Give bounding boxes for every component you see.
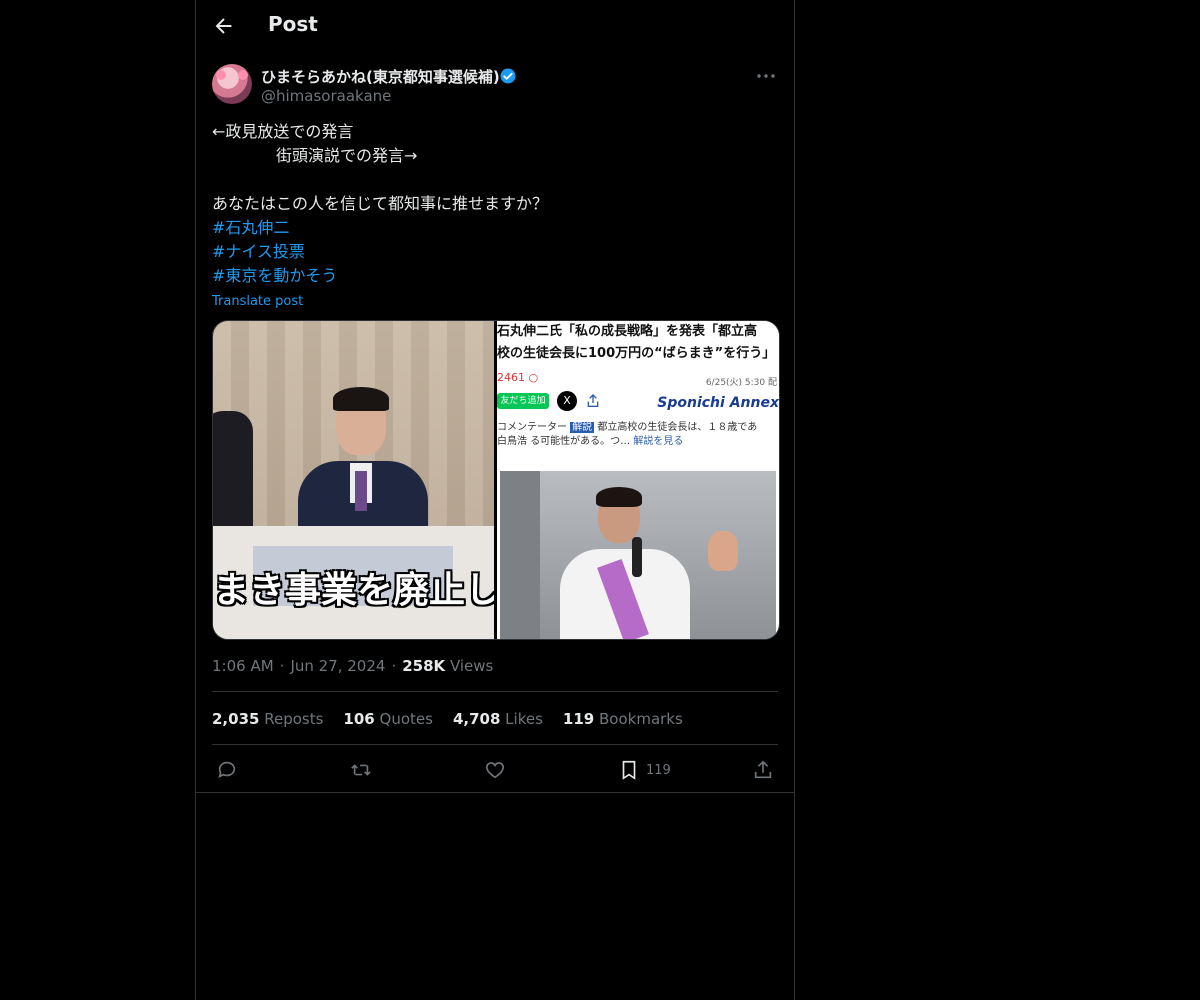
- page-title: Post: [268, 12, 318, 36]
- post-date[interactable]: Jun 27, 2024: [290, 657, 385, 675]
- divider: [196, 792, 794, 793]
- page-header: Post: [196, 0, 794, 54]
- x-share-icon: X: [557, 391, 577, 411]
- bookmarks-label: Bookmarks: [599, 710, 683, 728]
- bookmark-button[interactable]: 119: [618, 758, 671, 782]
- post-text-line: あなたはこの人を信じて都知事に推せますか？: [212, 194, 549, 213]
- article-title-line: 石丸伸二氏「私の成長戦略」を発表「都立高: [497, 324, 758, 339]
- repost-icon: [351, 764, 371, 776]
- post-text-line: [212, 168, 778, 192]
- speaker-figure: [288, 387, 438, 551]
- commenter-name: 白鳥浩: [497, 436, 527, 447]
- reply-icon: [218, 761, 236, 778]
- views-label: Views: [449, 657, 494, 675]
- quotes-stat[interactable]: 106 Quotes: [343, 710, 433, 728]
- divider: [212, 744, 778, 745]
- more-options-icon[interactable]: [754, 64, 778, 88]
- share-icon: [587, 394, 599, 407]
- bookmark-count: 119: [646, 762, 671, 778]
- share-button[interactable]: [752, 758, 774, 782]
- avatar-decoration: [216, 70, 226, 80]
- bookmark-icon: [622, 760, 636, 780]
- post-column: Post ひまそらあかね(東京都知事選候補) @himasoraakane ←政…: [195, 0, 795, 1000]
- share-icon: [754, 760, 772, 779]
- comment-tag: 解説: [570, 422, 595, 433]
- bookmarks-count: 119: [562, 710, 595, 728]
- bystander: [213, 411, 253, 541]
- post: ひまそらあかね(東京都知事選候補) @himasoraakane ←政見放送での…: [212, 64, 780, 780]
- street-speech-photo: [500, 471, 776, 639]
- author-row: ひまそらあかね(東京都知事選候補) @himasoraakane: [212, 64, 778, 108]
- back-arrow-icon[interactable]: [212, 14, 236, 38]
- post-text-line: 街頭演説での発言→: [212, 146, 418, 165]
- article-title: 石丸伸二氏「私の成長戦略」を発表「都立高 校の生徒会長に100万円の“ばらまき”…: [497, 321, 779, 369]
- comment-count: 2461: [497, 371, 525, 384]
- media-image-left[interactable]: まき事業を廃止し: [213, 321, 494, 639]
- divider: [212, 691, 778, 692]
- hashtag-link[interactable]: #ナイス投票: [212, 240, 778, 264]
- reposts-count: 2,035: [212, 710, 260, 728]
- comment-link: 解説を見る: [633, 436, 684, 447]
- article-comment: コメンテーター 解説 都立高校の生徒会長は、１８歳であ 白鳥浩 る可能性がある。…: [497, 421, 779, 457]
- article-title-line: 校の生徒会長に100万円の“ばらまき”を行う」: [497, 346, 776, 361]
- post-timestamp: 1:06 AM · Jun 27, 2024 · 258K Views: [212, 657, 494, 675]
- reply-button[interactable]: [216, 758, 238, 782]
- comment-text-2: る可能性がある。つ…: [530, 436, 631, 447]
- reposts-stat[interactable]: 2,035 Reposts: [212, 710, 323, 728]
- comment-text: 都立高校の生徒会長は、１８歳であ: [597, 422, 758, 433]
- post-time[interactable]: 1:06 AM: [212, 657, 274, 675]
- media-image-right[interactable]: 石丸伸二氏「私の成長戦略」を発表「都立高 校の生徒会長に100万円の“ばらまき”…: [497, 321, 779, 639]
- bookmarks-stat[interactable]: 119 Bookmarks: [563, 710, 683, 728]
- views-count: 258K: [402, 657, 446, 675]
- commenter-label: コメンテーター: [497, 422, 567, 433]
- engagement-stats: 2,035 Reposts 106 Quotes 4,708 Likes 119…: [212, 710, 683, 728]
- author-handle[interactable]: @himasoraakane: [261, 87, 391, 105]
- article-date: 6/25(火) 5:30 配: [705, 378, 777, 388]
- avatar-decoration: [238, 70, 248, 80]
- quotes-count: 106: [343, 710, 375, 728]
- reposts-label: Reposts: [264, 710, 324, 728]
- translate-post-link[interactable]: Translate post: [212, 290, 778, 314]
- media-grid: まき事業を廃止し 石丸伸二氏「私の成長戦略」を発表「都立高 校の生徒会長に100…: [212, 320, 780, 640]
- likes-count: 4,708: [452, 710, 501, 728]
- likes-stat[interactable]: 4,708 Likes: [453, 710, 543, 728]
- video-caption: まき事業を廃止し: [213, 570, 494, 611]
- heart-icon: [485, 762, 505, 779]
- line-friend-button: 友だち追加: [497, 393, 549, 409]
- article-share-row: 友だち追加 X Sponichi Annex: [497, 391, 779, 415]
- action-bar: 119: [212, 758, 778, 782]
- post-text-line: ←政見放送での発言: [212, 122, 354, 141]
- quotes-label: Quotes: [379, 710, 433, 728]
- verified-badge-icon: [500, 68, 516, 84]
- post-text: ←政見放送での発言 街頭演説での発言→ あなたはこの人を信じて都知事に推せますか…: [212, 120, 778, 314]
- likes-label: Likes: [505, 710, 543, 728]
- repost-button[interactable]: [350, 758, 372, 782]
- like-button[interactable]: [484, 758, 506, 782]
- hashtag-link[interactable]: #石丸伸二: [212, 216, 778, 240]
- hashtag-link[interactable]: #東京を動かそう: [212, 264, 778, 288]
- author-display-name[interactable]: ひまそらあかね(東京都知事選候補): [261, 66, 500, 87]
- sponichi-logo: Sponichi Annex: [657, 395, 779, 411]
- avatar[interactable]: [212, 64, 252, 104]
